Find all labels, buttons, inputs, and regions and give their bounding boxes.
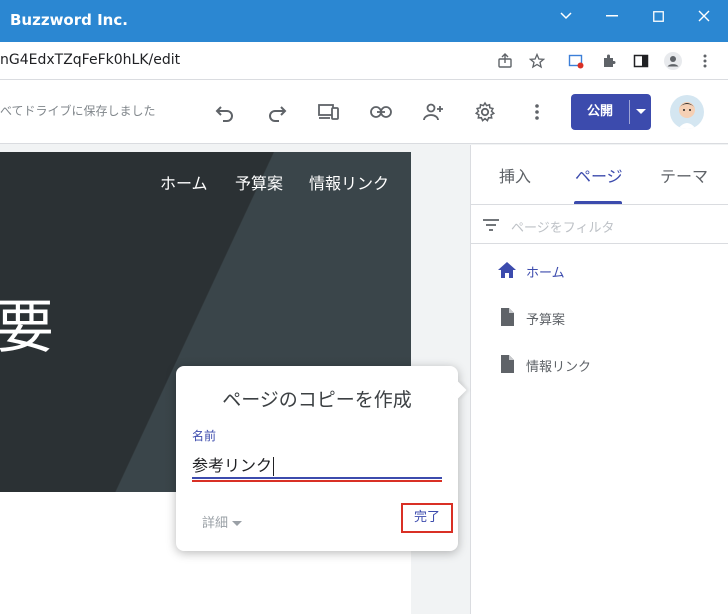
device-preview-icon[interactable] [317, 100, 341, 124]
hero-title: 要 [0, 293, 55, 361]
filter-placeholder: ページをフィルタ [511, 221, 615, 236]
redo-icon[interactable] [265, 100, 289, 124]
site-nav-budget[interactable]: 予算案 [235, 170, 283, 194]
input-underline [192, 477, 442, 479]
url-text[interactable]: nG4EdxTZqFeFk0hLK/edit [0, 52, 180, 68]
user-avatar[interactable] [670, 95, 704, 129]
close-icon[interactable] [690, 7, 718, 25]
more-options-icon[interactable] [525, 100, 549, 124]
done-button[interactable]: 完了 [401, 503, 453, 533]
maximize-icon[interactable] [644, 7, 672, 25]
filter-icon [483, 219, 499, 231]
publish-divider [629, 100, 630, 124]
page-name-value: 参考リンク [192, 456, 275, 476]
text-caret [273, 457, 275, 476]
page-item-label: 予算案 [526, 313, 566, 328]
page-item-label: 情報リンク [526, 360, 592, 375]
tab-insert[interactable]: 挿入 [499, 163, 531, 187]
browser-address-bar: nG4EdxTZqFeFk0hLK/edit [0, 42, 728, 80]
sites-side-panel: 挿入 ページ テーマ ページをフィルタ ホーム 予算案 情報リンク [470, 145, 728, 614]
browser-menu-icon[interactable] [695, 51, 715, 71]
minimize-icon[interactable] [598, 7, 626, 25]
page-icon [501, 355, 514, 373]
add-person-icon[interactable] [421, 100, 445, 124]
editor-toolbar: べてドライブに保存しました 公開 [0, 80, 728, 144]
publish-dropdown-icon[interactable] [631, 94, 651, 130]
save-status: べてドライブに保存しました [0, 104, 156, 118]
window-title: Buzzword Inc. [10, 11, 128, 29]
details-toggle[interactable]: 詳細 [202, 512, 243, 531]
site-nav-home[interactable]: ホーム [160, 170, 208, 194]
page-icon [501, 308, 514, 326]
extensions-puzzle-icon[interactable] [599, 51, 619, 71]
profile-icon[interactable] [663, 51, 683, 71]
page-filter[interactable]: ページをフィルタ [471, 204, 728, 244]
side-panel-icon[interactable] [631, 51, 651, 71]
undo-icon[interactable] [213, 100, 237, 124]
window-titlebar: Buzzword Inc. [0, 0, 728, 42]
share-icon[interactable] [495, 51, 515, 71]
publish-button[interactable]: 公開 [571, 94, 651, 130]
page-item-budget[interactable]: 予算案 [497, 305, 717, 329]
highlight-underline [192, 480, 442, 482]
tab-pages[interactable]: ページ [575, 163, 623, 187]
page-item-label: ホーム [526, 266, 565, 281]
chevron-down-icon [232, 521, 243, 526]
settings-gear-icon[interactable] [473, 100, 497, 124]
duplicate-page-dialog: ページのコピーを作成 名前 参考リンク 詳細 完了 [176, 366, 467, 551]
dialog-title: ページのコピーを作成 [222, 389, 412, 411]
home-icon [498, 262, 516, 278]
tab-themes[interactable]: テーマ [660, 163, 708, 187]
page-item-info-links[interactable]: 情報リンク [497, 352, 717, 376]
name-field-label: 名前 [192, 429, 217, 443]
site-nav-info-links[interactable]: 情報リンク [309, 170, 389, 194]
link-icon[interactable] [369, 100, 393, 124]
publish-label: 公開 [586, 104, 613, 119]
chevron-down-icon[interactable] [552, 7, 580, 25]
extension-screenshot-icon[interactable] [566, 51, 586, 71]
star-icon[interactable] [527, 51, 547, 71]
page-item-home[interactable]: ホーム [497, 258, 717, 282]
